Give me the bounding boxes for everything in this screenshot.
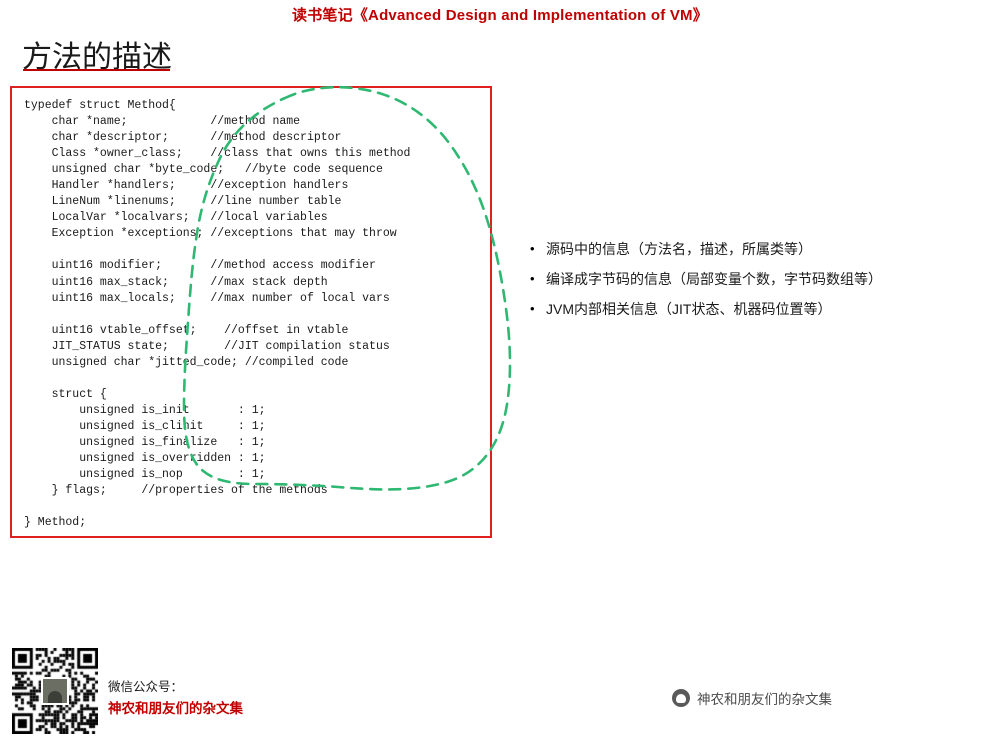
qr-code-icon[interactable]: [12, 648, 98, 734]
code-block-container: typedef struct Method{ char *name; //met…: [10, 86, 492, 538]
footer-brand: 神农和朋友们的杂文集: [672, 688, 832, 708]
wechat-label: 微信公众号：: [108, 680, 184, 694]
wechat-account-name: 神农和朋友们的杂文集: [108, 701, 243, 716]
header-title: 读书笔记《Advanced Design and Implementation …: [292, 7, 708, 24]
list-item: • 源码中的信息（方法名，描述，所属类等）: [530, 240, 980, 258]
code-block: typedef struct Method{ char *name; //met…: [24, 99, 411, 530]
bullet-marker-icon: •: [530, 271, 535, 286]
bullet-marker-icon: •: [530, 241, 535, 256]
bullet-list: • 源码中的信息（方法名，描述，所属类等） • 编译成字节码的信息（局部变量个数…: [530, 240, 980, 330]
footer-brand-label: 神农和朋友们的杂文集: [697, 692, 832, 707]
qr-center-avatar: [41, 677, 69, 705]
list-item: • JVM内部相关信息（JIT状态、机器码位置等）: [530, 300, 980, 318]
title-underline: [23, 69, 170, 71]
list-item-label: 编译成字节码的信息（局部变量个数，字节码数组等）: [546, 271, 882, 287]
bullet-marker-icon: •: [530, 301, 535, 316]
list-item-label: 源码中的信息（方法名，描述，所属类等）: [546, 241, 812, 257]
list-item: • 编译成字节码的信息（局部变量个数，字节码数组等）: [530, 270, 980, 288]
list-item-label: JVM内部相关信息（JIT状态、机器码位置等）: [546, 301, 832, 317]
wechat-logo-icon: [672, 689, 690, 707]
